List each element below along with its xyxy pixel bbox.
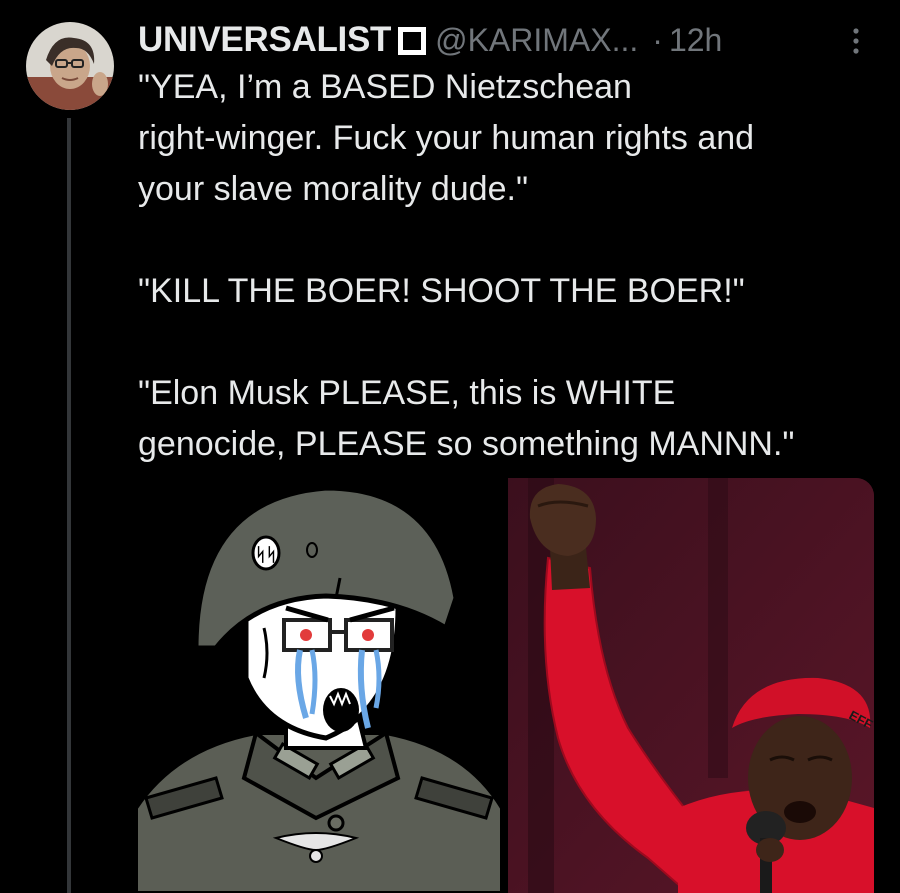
avatar-image: [26, 22, 114, 110]
more-vertical-icon[interactable]: [846, 22, 866, 62]
tweet-text: "YEA, I’m a BASED Nietzschean right-wing…: [138, 62, 878, 470]
tweet-media: ᛋᛋ EFF: [136, 478, 876, 893]
tweet-text-line: right-winger. Fuck your human rights and: [138, 119, 755, 157]
tweet-text-line: "Elon Musk PLEASE, this is WHITE: [138, 374, 676, 412]
separator-dot: ·: [652, 21, 663, 58]
helmet-insignia: ᛋᛋ: [255, 545, 277, 566]
tweet-text-line: "YEA, I’m a BASED Nietzschean: [138, 68, 632, 106]
tweet-text-line: your slave morality dude.": [138, 170, 529, 208]
crying-soldier-cartoon-image[interactable]: ᛋᛋ: [136, 478, 502, 893]
raised-fist-speaker-photo[interactable]: EFF: [508, 478, 874, 893]
square-badge-icon: [397, 26, 427, 56]
thread-line: [67, 118, 71, 893]
author-handle[interactable]: @KARIMAX...: [435, 22, 638, 59]
tweet-text-line: genocide, PLEASE so something MANNN.": [138, 425, 795, 463]
tweet-header: UNIVERSALIST @KARIMAX... · 12h: [138, 16, 722, 64]
tweet-timestamp[interactable]: 12h: [669, 22, 722, 59]
author-avatar[interactable]: [26, 22, 114, 110]
tweet-text-line: "KILL THE BOER! SHOOT THE BOER!": [138, 272, 745, 310]
author-display-name[interactable]: UNIVERSALIST: [138, 20, 391, 60]
tweet[interactable]: UNIVERSALIST @KARIMAX... · 12h "YEA, I’m…: [0, 0, 900, 893]
